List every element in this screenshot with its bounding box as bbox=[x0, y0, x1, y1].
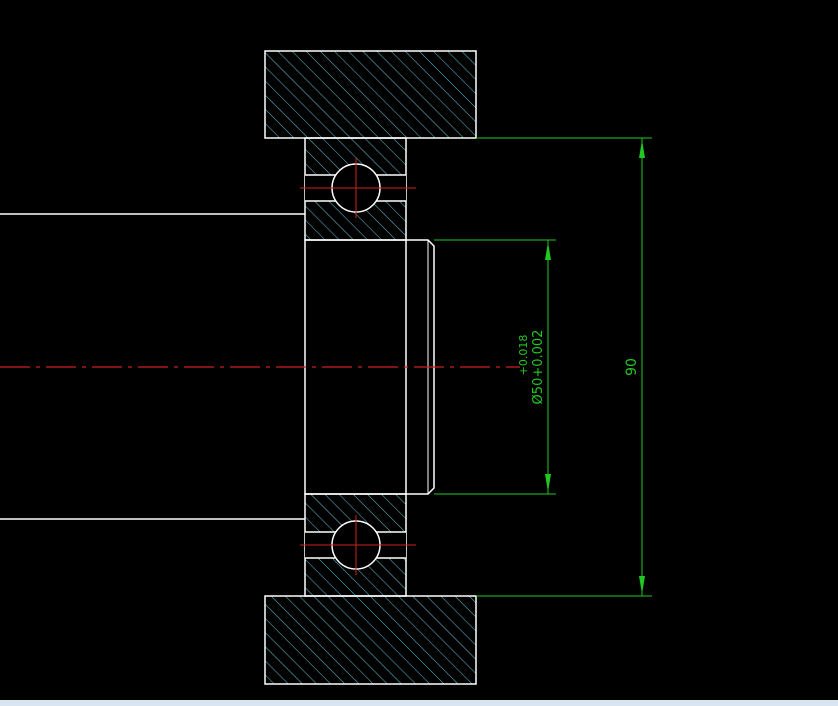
bearing-section-bottom bbox=[300, 493, 416, 597]
cad-drawing-canvas[interactable]: Ø50+0.002 +0.018 90 bbox=[0, 0, 838, 700]
inner-diameter-text: Ø50+0.002 bbox=[531, 330, 546, 405]
status-bar bbox=[0, 700, 838, 706]
dimension-arrow-icon bbox=[545, 242, 551, 260]
dimension-arrow-icon bbox=[639, 576, 645, 594]
dimension-arrow-icon bbox=[639, 140, 645, 158]
housing-block-bottom bbox=[264, 595, 477, 685]
outer-diameter-text: 90 bbox=[624, 358, 640, 376]
inner-tolerance-text: +0.018 bbox=[517, 335, 530, 376]
housing-block-top bbox=[264, 50, 477, 139]
bearing-section-top bbox=[300, 137, 416, 241]
dimension-arrow-icon bbox=[545, 474, 551, 492]
dimension-outer-diameter: 90 bbox=[476, 137, 652, 597]
